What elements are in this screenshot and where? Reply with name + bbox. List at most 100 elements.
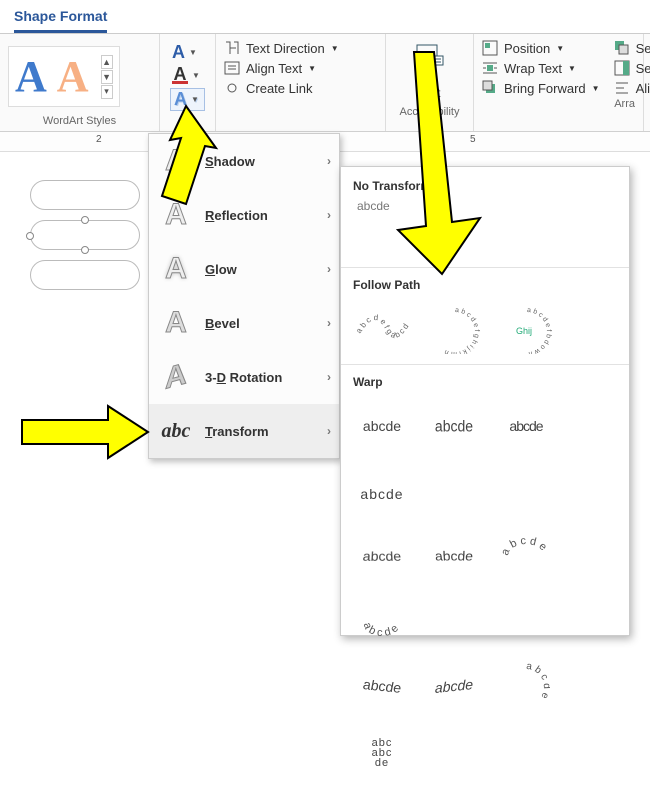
align-text-button[interactable]: Align Text ▼ (224, 60, 377, 76)
resize-handle[interactable] (26, 232, 34, 240)
path-circle[interactable]: a b c d e f g h i j k l m n (427, 304, 481, 354)
warp-stop[interactable]: abcde (427, 399, 481, 454)
send-backward-icon (614, 40, 630, 56)
svg-text:a b c d e: a b c d e (502, 536, 549, 557)
label: Text (418, 86, 440, 100)
menu-item-bevel[interactable]: A Bevel› (149, 296, 339, 350)
chevron-down-icon: ▼ (191, 95, 199, 104)
chevron-down-icon: ▼ (189, 48, 197, 57)
label: Align Text (246, 61, 302, 76)
chevron-right-icon: › (327, 316, 331, 330)
warp-chevron-up[interactable]: abcde (351, 535, 414, 583)
chevron-down-icon: ▼ (308, 64, 316, 73)
label: Alt (422, 70, 436, 84)
wrap-text-button[interactable]: Wrap Text ▼ (482, 60, 600, 76)
expand-gallery-icon[interactable]: ▾ (101, 85, 113, 99)
svg-text:Ghij: Ghij (516, 326, 532, 336)
chevron-right-icon: › (327, 262, 331, 276)
glow-icon: A (165, 252, 187, 286)
group-text-effects: A▼ A▼ A▼ (160, 34, 216, 131)
shape-rounded-rect[interactable] (30, 180, 140, 210)
rotation-icon: A (165, 357, 187, 397)
heading-follow-path: Follow Path (341, 272, 629, 298)
menu-item-reflection[interactable]: A Reflection› (149, 188, 339, 242)
warp-ring-outside[interactable]: a b c d e (355, 599, 409, 649)
chevron-right-icon: › (327, 424, 331, 438)
send-backward-button[interactable]: Sen (614, 40, 650, 56)
position-icon (482, 40, 498, 56)
text-outline-icon: A (172, 67, 188, 84)
warp-triangle-up[interactable]: abcde (499, 401, 553, 451)
scroll-down-icon[interactable]: ▼ (101, 70, 113, 84)
chevron-right-icon: › (327, 154, 331, 168)
resize-handle[interactable] (81, 246, 89, 254)
menu-item-shadow[interactable]: A Shadow› (149, 134, 339, 188)
group-accessibility: Alt Text Accessibility (386, 34, 474, 131)
gallery-spinner[interactable]: ▲ ▼ ▾ (101, 55, 113, 99)
transform-gallery: No Transform abcde Follow Path a b c d e… (340, 166, 630, 636)
path-button[interactable]: a b c d e f b d o w nGhij (499, 304, 553, 354)
create-link-button[interactable]: Create Link (224, 80, 377, 96)
reflection-icon: A (165, 198, 187, 232)
alt-text-button[interactable]: Alt Text (394, 40, 465, 104)
position-button[interactable]: Position ▼ (482, 40, 600, 56)
warp-plain[interactable]: abcde (355, 401, 409, 451)
text-direction-button[interactable]: Text Direction ▼ (224, 40, 377, 56)
wordart-style-orange[interactable]: A (57, 51, 89, 102)
warp-chevron-down[interactable]: abcde (423, 529, 486, 577)
shape-rounded-rect-selected[interactable] (30, 220, 140, 250)
tab-strip: Shape Format (0, 0, 650, 34)
chevron-right-icon: › (327, 208, 331, 222)
chevron-down-icon: ▼ (556, 44, 564, 53)
svg-text:a b c d e: a b c d e (361, 621, 401, 639)
selection-pane-button[interactable]: Sel (614, 60, 650, 76)
menu-item-glow[interactable]: A Glow› (149, 242, 339, 296)
label: Create Link (246, 81, 312, 96)
text-fill-button[interactable]: A▼ (170, 42, 205, 63)
chevron-down-icon: ▼ (568, 64, 576, 73)
warp-triangle-down[interactable]: abcde (355, 469, 409, 519)
group-wordart-styles: A A ▲ ▼ ▾ WordArt Styles (0, 34, 160, 131)
warp-circle[interactable]: a b c d e (499, 661, 553, 711)
ribbon: A A ▲ ▼ ▾ WordArt Styles A▼ A▼ A▼ (0, 34, 650, 132)
warp-arch-up[interactable]: abcde (355, 658, 409, 714)
wrap-icon (482, 60, 498, 76)
path-arch[interactable]: a b c d e f g a b c d e f g (355, 304, 409, 354)
warp-ring-inside[interactable]: a b c d e (499, 531, 553, 581)
align-text-icon (224, 60, 240, 76)
label: Bring Forward (504, 81, 586, 96)
text-effects-menu: A Shadow› A Reflection› A Glow› A Bevel›… (148, 133, 340, 459)
resize-handle[interactable] (81, 216, 89, 224)
scroll-up-icon[interactable]: ▲ (101, 55, 113, 69)
text-effects-icon: A (174, 89, 187, 110)
warp-arch-down[interactable]: abcde (427, 658, 481, 714)
label: Text Direction (246, 41, 325, 56)
group-label-arrange: Arra (482, 96, 635, 112)
transform-none[interactable]: abcde (341, 199, 629, 213)
heading-warp: Warp (341, 369, 629, 395)
label: Alig (636, 81, 650, 96)
group-label-accessibility: Accessibility (394, 104, 465, 120)
menu-item-transform[interactable]: abc Transform› (149, 404, 339, 458)
wordart-style-blue[interactable]: A (15, 51, 47, 102)
shape-rounded-rect[interactable] (30, 260, 140, 290)
align-button[interactable]: Alig (614, 80, 650, 96)
shadow-icon: A (165, 144, 187, 178)
text-outline-button[interactable]: A▼ (170, 67, 205, 84)
wordart-gallery[interactable]: A A ▲ ▼ ▾ (8, 46, 120, 107)
ruler-mark: 5 (470, 134, 476, 145)
warp-button[interactable]: abcabcde (355, 729, 409, 779)
heading-no-transform: No Transform (341, 173, 629, 199)
chevron-down-icon: ▼ (192, 71, 200, 80)
label: Wrap Text (504, 61, 562, 76)
group-arrange: Position ▼ Wrap Text ▼ Bring Forward ▼ S… (474, 34, 644, 131)
chevron-down-icon: ▼ (331, 44, 339, 53)
align-icon (614, 80, 630, 96)
bevel-icon: A (165, 306, 187, 340)
bring-forward-button[interactable]: Bring Forward ▼ (482, 80, 600, 96)
text-effects-button[interactable]: A▼ (170, 88, 205, 111)
menu-item-3d-rotation[interactable]: A 3-D Rotation› (149, 350, 339, 404)
tab-shape-format[interactable]: Shape Format (14, 8, 107, 33)
group-text: Text Direction ▼ Align Text ▼ Create Lin… (216, 34, 386, 131)
link-icon (224, 80, 240, 96)
